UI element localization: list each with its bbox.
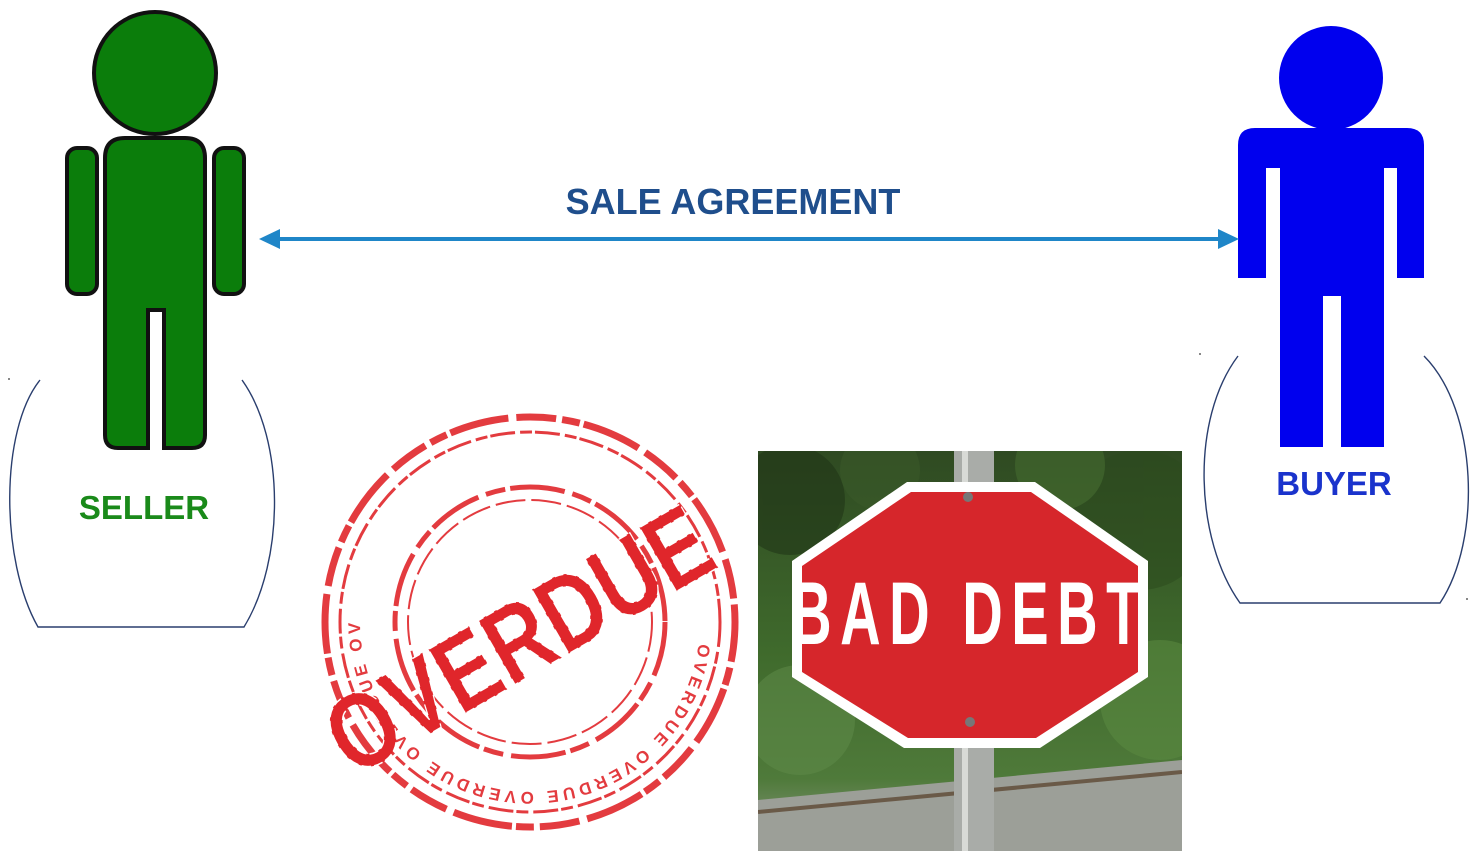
arrow-head-right-icon — [1218, 229, 1239, 249]
arrow-head-left-icon — [259, 229, 280, 249]
buyer-person-icon — [1238, 26, 1424, 447]
bad-debt-text: BAD DEBT — [791, 564, 1149, 663]
seller-label: SELLER — [79, 489, 209, 526]
seller-figure: SELLER — [9, 10, 276, 628]
buyer-figure: BUYER — [1203, 26, 1470, 604]
seller-person-icon — [65, 10, 246, 450]
bad-debt-sign-image: BAD DEBT — [758, 451, 1182, 851]
sale-agreement-connector: SALE AGREEMENT — [259, 181, 1239, 249]
buyer-label: BUYER — [1276, 465, 1392, 502]
agreement-label: SALE AGREEMENT — [566, 181, 901, 222]
diagram-canvas: SELLER BUYER SALE AGREEMENT OVERDUE OVER… — [0, 0, 1470, 851]
